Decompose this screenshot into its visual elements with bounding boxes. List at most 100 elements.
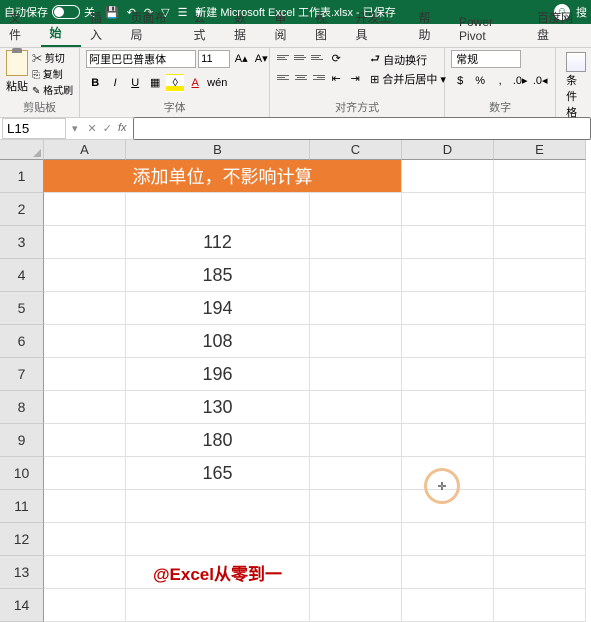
accept-formula-icon[interactable]: ✓ bbox=[103, 122, 112, 135]
select-all-corner[interactable] bbox=[0, 140, 44, 160]
cell-E6[interactable] bbox=[494, 325, 586, 358]
cell-C3[interactable] bbox=[310, 226, 402, 259]
cell-E13[interactable] bbox=[494, 556, 586, 589]
cell-D11[interactable] bbox=[402, 490, 494, 523]
copy-button[interactable]: ⎘ 复制 bbox=[32, 66, 73, 81]
cell-B6[interactable]: 108 bbox=[126, 325, 310, 358]
row-header-2[interactable]: 2 bbox=[0, 193, 44, 226]
merge-center-button[interactable]: ⊞ 合并后居中 ▾ bbox=[370, 71, 446, 87]
cell-B4[interactable]: 185 bbox=[126, 259, 310, 292]
cell-D1[interactable] bbox=[402, 160, 494, 193]
currency-icon[interactable]: $ bbox=[451, 72, 469, 90]
cell-A2[interactable] bbox=[44, 193, 126, 226]
cell-D6[interactable] bbox=[402, 325, 494, 358]
cell-B2[interactable] bbox=[126, 193, 310, 226]
bold-button[interactable]: B bbox=[86, 74, 104, 92]
cell-A10[interactable] bbox=[44, 457, 126, 490]
toggle-switch[interactable] bbox=[52, 5, 80, 19]
cell-E9[interactable] bbox=[494, 424, 586, 457]
cell-E10[interactable] bbox=[494, 457, 586, 490]
row-header-10[interactable]: 10 bbox=[0, 457, 44, 490]
cell-A8[interactable] bbox=[44, 391, 126, 424]
cell-A4[interactable] bbox=[44, 259, 126, 292]
italic-button[interactable]: I bbox=[106, 74, 124, 92]
cell-C2[interactable] bbox=[310, 193, 402, 226]
cell-E12[interactable] bbox=[494, 523, 586, 556]
row-header-11[interactable]: 11 bbox=[0, 490, 44, 523]
cell-E2[interactable] bbox=[494, 193, 586, 226]
formula-bar[interactable] bbox=[133, 117, 591, 140]
cell-C10[interactable] bbox=[310, 457, 402, 490]
merged-title-cell[interactable]: 添加单位，不影响计算 bbox=[44, 160, 402, 193]
row-header-8[interactable]: 8 bbox=[0, 391, 44, 424]
align-middle-icon[interactable] bbox=[293, 50, 309, 64]
comma-icon[interactable]: , bbox=[491, 72, 509, 90]
cell-A13[interactable] bbox=[44, 556, 126, 589]
cell-D3[interactable] bbox=[402, 226, 494, 259]
cut-button[interactable]: ✂ 剪切 bbox=[32, 50, 73, 65]
percent-icon[interactable]: % bbox=[471, 72, 489, 90]
font-name-select[interactable] bbox=[86, 50, 196, 68]
col-header-E[interactable]: E bbox=[494, 140, 586, 160]
col-header-C[interactable]: C bbox=[310, 140, 402, 160]
conditional-format-button[interactable]: 条件格 bbox=[562, 50, 590, 122]
col-header-D[interactable]: D bbox=[402, 140, 494, 160]
align-left-icon[interactable] bbox=[276, 70, 292, 84]
cell-E4[interactable] bbox=[494, 259, 586, 292]
cell-D4[interactable] bbox=[402, 259, 494, 292]
wrap-text-button[interactable]: ⮐ 自动换行 bbox=[370, 50, 446, 69]
cancel-formula-icon[interactable]: ✕ bbox=[88, 122, 97, 135]
cell-A6[interactable] bbox=[44, 325, 126, 358]
name-box[interactable] bbox=[2, 118, 66, 139]
cell-D7[interactable] bbox=[402, 358, 494, 391]
indent-right-icon[interactable]: ⇥ bbox=[346, 70, 364, 88]
phonetic-button[interactable]: wén bbox=[206, 74, 224, 92]
row-header-12[interactable]: 12 bbox=[0, 523, 44, 556]
tab-页面布局[interactable]: 页面布局 bbox=[122, 5, 185, 47]
cell-D9[interactable] bbox=[402, 424, 494, 457]
align-bottom-icon[interactable] bbox=[310, 50, 326, 64]
cell-D13[interactable] bbox=[402, 556, 494, 589]
cell-D12[interactable] bbox=[402, 523, 494, 556]
align-right-icon[interactable] bbox=[310, 70, 326, 84]
cell-A5[interactable] bbox=[44, 292, 126, 325]
cell-E1[interactable] bbox=[494, 160, 586, 193]
align-top-icon[interactable] bbox=[276, 50, 292, 64]
row-header-9[interactable]: 9 bbox=[0, 424, 44, 457]
cell-B5[interactable]: 194 bbox=[126, 292, 310, 325]
row-header-13[interactable]: 13 bbox=[0, 556, 44, 589]
tab-插入[interactable]: 插入 bbox=[81, 5, 122, 47]
orientation-icon[interactable]: ⟳ bbox=[327, 50, 345, 68]
tab-百度网盘[interactable]: 百度网盘 bbox=[528, 5, 591, 47]
row-header-1[interactable]: 1 bbox=[0, 160, 44, 193]
fx-icon[interactable]: fx bbox=[118, 122, 127, 135]
cell-D5[interactable] bbox=[402, 292, 494, 325]
tab-帮助[interactable]: 帮助 bbox=[409, 5, 450, 47]
decrease-decimal-icon[interactable]: .0◂ bbox=[531, 72, 549, 90]
indent-left-icon[interactable]: ⇤ bbox=[327, 70, 345, 88]
cell-B12[interactable] bbox=[126, 523, 310, 556]
row-header-5[interactable]: 5 bbox=[0, 292, 44, 325]
underline-button[interactable]: U bbox=[126, 74, 144, 92]
cell-B13[interactable]: @Excel从零到一 bbox=[126, 556, 310, 589]
font-size-select[interactable] bbox=[198, 50, 230, 68]
namebox-dropdown-icon[interactable]: ▾ bbox=[68, 122, 82, 135]
number-format-select[interactable] bbox=[451, 50, 521, 68]
increase-font-icon[interactable]: A▴ bbox=[232, 50, 250, 68]
row-header-3[interactable]: 3 bbox=[0, 226, 44, 259]
cell-B11[interactable] bbox=[126, 490, 310, 523]
cell-C7[interactable] bbox=[310, 358, 402, 391]
cell-B7[interactable]: 196 bbox=[126, 358, 310, 391]
increase-decimal-icon[interactable]: .0▸ bbox=[511, 72, 529, 90]
cell-C6[interactable] bbox=[310, 325, 402, 358]
border-button[interactable]: ▦ bbox=[146, 74, 164, 92]
cell-B3[interactable]: 112 bbox=[126, 226, 310, 259]
cell-D2[interactable] bbox=[402, 193, 494, 226]
cell-A3[interactable] bbox=[44, 226, 126, 259]
col-header-B[interactable]: B bbox=[126, 140, 310, 160]
cell-B10[interactable]: 165 bbox=[126, 457, 310, 490]
cell-E8[interactable] bbox=[494, 391, 586, 424]
cell-A11[interactable] bbox=[44, 490, 126, 523]
cell-A7[interactable] bbox=[44, 358, 126, 391]
cell-A12[interactable] bbox=[44, 523, 126, 556]
